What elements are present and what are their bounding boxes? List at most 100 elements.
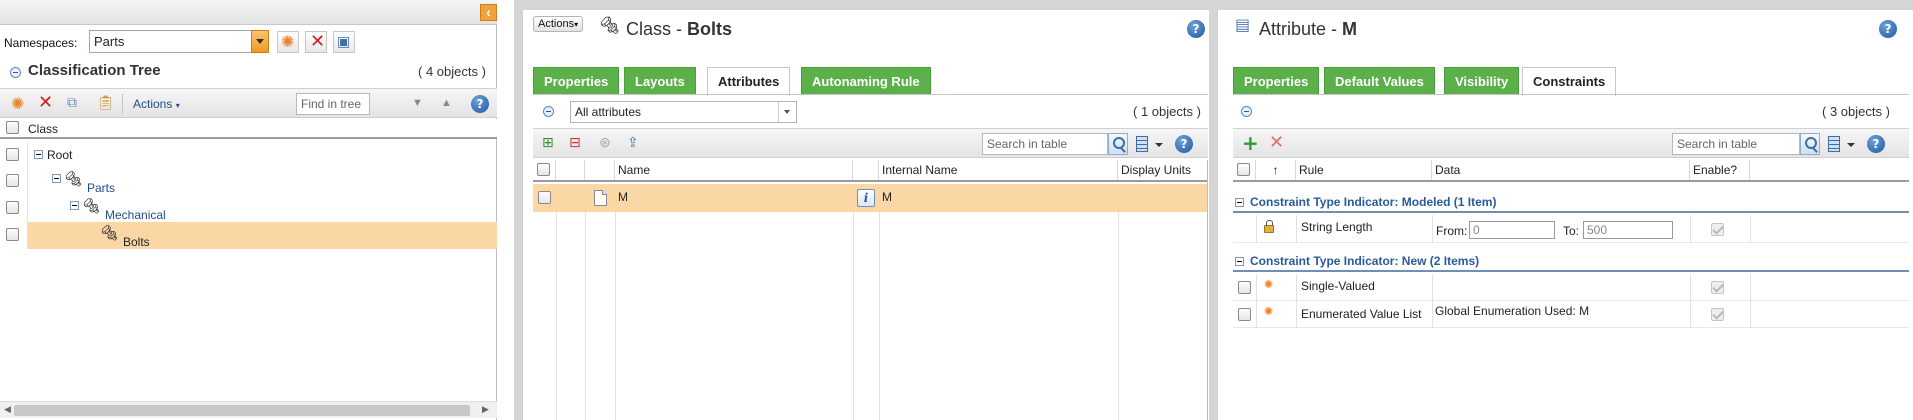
namespaces-label: Namespaces:	[4, 36, 78, 50]
collapse-group-icon[interactable]	[1235, 257, 1244, 266]
enable-column-header[interactable]: Enable?	[1690, 160, 1750, 180]
help-icon[interactable]: ?	[471, 95, 489, 113]
tab-autonaming-rule[interactable]: Autonaming Rule	[801, 67, 931, 94]
delete-namespace-button[interactable]: ✕	[305, 31, 327, 53]
attribute-search-input[interactable]: Search in table	[982, 133, 1108, 155]
collapse-section-icon[interactable]	[1241, 106, 1252, 117]
table-row[interactable]: ✺ Single-Valued	[1233, 274, 1909, 301]
row-checkbox[interactable]	[6, 174, 19, 187]
tree-label-root[interactable]: Root	[47, 148, 72, 162]
column-view-icon[interactable]	[1136, 136, 1148, 152]
scroll-right-arrow[interactable]: ▶	[482, 404, 489, 415]
attribute-details-panel: ▤ Attribute - M ? Properties Default Val…	[1217, 10, 1913, 420]
from-input[interactable]: 0	[1469, 221, 1555, 239]
classification-panel: ‹ Namespaces: Parts ✺ ✕ ▣ Classification…	[0, 0, 497, 420]
row-checkbox[interactable]	[1238, 308, 1251, 321]
add-attribute-icon[interactable]: ⊞	[542, 135, 554, 151]
find-in-tree-input[interactable]: Find in tree	[296, 93, 370, 115]
delete-constraint-icon[interactable]: ✕	[1269, 134, 1284, 152]
tree-label-parts[interactable]: Parts	[87, 181, 115, 195]
help-icon[interactable]: ?	[1187, 20, 1205, 38]
save-namespace-button[interactable]: ▣	[333, 31, 355, 53]
table-row[interactable]: ✺ Enumerated Value List Global Enumerati…	[1233, 301, 1909, 328]
search-icon[interactable]	[1800, 133, 1820, 155]
new-namespace-button[interactable]: ✺	[277, 31, 299, 53]
row-checkbox[interactable]	[538, 191, 551, 204]
internal-name-column-header[interactable]: Internal Name	[879, 160, 1118, 180]
collapse-section-icon[interactable]	[543, 106, 554, 117]
paste-icon[interactable]: 📋︎	[97, 95, 115, 111]
rule-data: Global Enumeration Used: M	[1435, 304, 1590, 318]
column-view-icon[interactable]	[1828, 136, 1840, 152]
tree-actions-menu[interactable]: Actions ▾	[133, 97, 180, 111]
name-column-header[interactable]: Name	[615, 160, 853, 180]
tree-row-root[interactable]: Root	[0, 141, 497, 168]
constraint-group-header[interactable]: Constraint Type Indicator: New (2 Items)	[1233, 252, 1909, 272]
attribute-name[interactable]: M	[618, 190, 628, 204]
display-units-column-header[interactable]: Display Units	[1118, 160, 1208, 180]
move-down-icon[interactable]: ▼	[412, 97, 423, 109]
expand-toggle-icon[interactable]	[52, 174, 61, 183]
constraint-search-input[interactable]: Search in table	[1672, 133, 1800, 155]
constraint-group-header[interactable]: Constraint Type Indicator: Modeled (1 It…	[1233, 193, 1909, 213]
rule-column-header[interactable]: Rule	[1296, 160, 1432, 180]
tab-constraints[interactable]: Constraints	[1522, 67, 1617, 96]
tree-row-bolts[interactable]: 🔩︎ Bolts	[0, 222, 497, 249]
copy-icon[interactable]: ⧉	[67, 95, 77, 111]
select-all-checkbox[interactable]	[6, 121, 19, 134]
tab-default-values[interactable]: Default Values	[1324, 67, 1435, 94]
tree-row-mechanical[interactable]: 🔩︎ Mechanical	[0, 195, 497, 222]
tree-label-bolts[interactable]: Bolts	[123, 235, 150, 249]
tab-attributes[interactable]: Attributes	[707, 67, 791, 96]
row-checkbox[interactable]	[6, 148, 19, 161]
horizontal-scrollbar[interactable]: ◀ ▶	[0, 401, 497, 418]
select-all-checkbox[interactable]	[537, 163, 550, 176]
help-icon[interactable]: ?	[1175, 135, 1193, 153]
table-row[interactable]: M i M	[533, 184, 1208, 212]
rule-name: String Length	[1301, 220, 1373, 234]
view-dropdown-icon[interactable]	[1847, 143, 1855, 147]
expand-toggle-icon[interactable]	[34, 150, 43, 159]
tree-label-mechanical[interactable]: Mechanical	[105, 208, 166, 222]
delete-class-icon[interactable]: ✕	[38, 94, 53, 112]
remove-attribute-icon[interactable]: ⊟	[569, 135, 581, 151]
constraint-column-header: ↑ Rule Data Enable?	[1233, 160, 1909, 182]
view-dropdown-icon[interactable]	[1155, 143, 1163, 147]
namespace-select[interactable]: Parts	[89, 30, 253, 53]
namespace-dropdown-button[interactable]	[251, 30, 269, 53]
tab-properties[interactable]: Properties	[533, 67, 620, 94]
tree-row-parts[interactable]: 🔩︎ Parts	[0, 168, 497, 195]
scroll-left-arrow[interactable]: ◀	[4, 404, 11, 415]
tab-properties[interactable]: Properties	[1233, 67, 1320, 94]
search-icon[interactable]	[1108, 133, 1128, 155]
row-checkbox[interactable]	[6, 201, 19, 214]
import-icon[interactable]: ⇪	[627, 135, 639, 151]
class-details-panel: Actions▾ 🔩︎ Class - Bolts ? Properties L…	[522, 10, 1208, 420]
expand-toggle-icon[interactable]	[70, 201, 79, 210]
to-input[interactable]: 500	[1583, 221, 1673, 239]
collapse-panel-button[interactable]: ‹	[480, 4, 497, 21]
move-up-icon[interactable]: ▲	[441, 97, 452, 109]
collapse-tree-icon[interactable]	[10, 67, 21, 78]
refresh-icon[interactable]: ⊛	[599, 135, 611, 151]
row-checkbox[interactable]	[1238, 281, 1251, 294]
help-icon[interactable]: ?	[1867, 135, 1885, 153]
filter-dropdown-icon[interactable]	[778, 102, 796, 122]
select-all-checkbox[interactable]	[1237, 163, 1250, 176]
row-checkbox[interactable]	[6, 228, 19, 241]
add-constraint-icon[interactable]: +	[1242, 133, 1259, 153]
attribute-filter-select[interactable]: All attributes	[570, 101, 797, 123]
collapse-group-icon[interactable]	[1235, 198, 1244, 207]
scrollbar-thumb[interactable]	[14, 405, 470, 416]
data-column-header[interactable]: Data	[1432, 160, 1690, 180]
tab-layouts[interactable]: Layouts	[624, 67, 696, 94]
tab-visibility[interactable]: Visibility	[1444, 67, 1520, 94]
new-star-icon: ✺	[281, 32, 295, 51]
table-row[interactable]: String Length From: 0 To: 500	[1233, 215, 1909, 243]
help-icon[interactable]: ?	[1879, 20, 1897, 38]
new-class-icon[interactable]: ✺	[11, 96, 24, 112]
class-icon: 🔩︎	[100, 225, 120, 242]
class-actions-button[interactable]: Actions▾	[533, 16, 584, 32]
info-icon[interactable]: i	[857, 189, 875, 207]
sort-column-header[interactable]: ↑	[1256, 160, 1296, 180]
